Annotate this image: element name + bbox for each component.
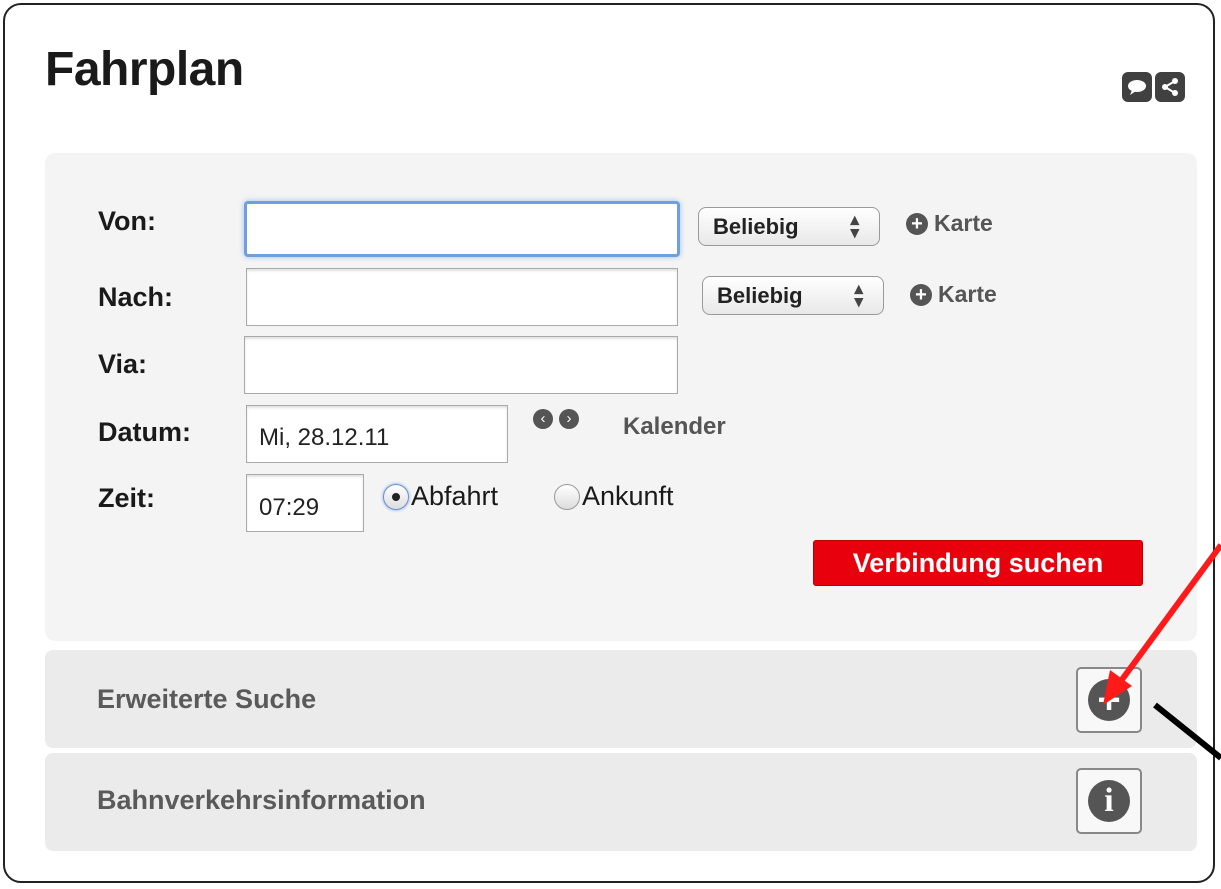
- red-arrow-line: [1115, 543, 1221, 687]
- annotation-arrows: [1103, 543, 1221, 761]
- black-arrow-line: [1153, 702, 1221, 761]
